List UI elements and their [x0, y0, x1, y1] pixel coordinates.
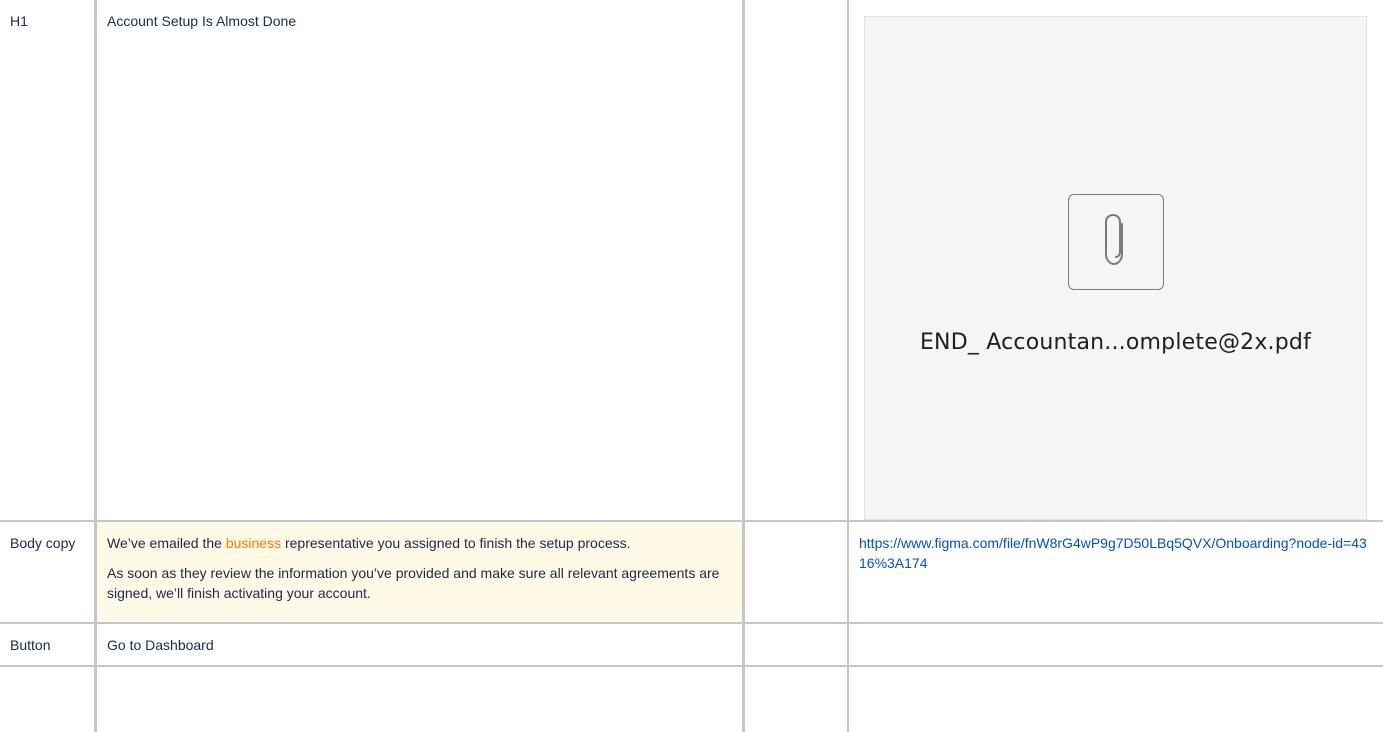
body-copy-content: We’ve emailed the business representativ… [97, 522, 745, 624]
empty-cell [745, 667, 849, 732]
empty-cell [745, 0, 849, 522]
pdf-attachment-preview[interactable]: END_ Accountan...omplete@2x.pdf [864, 16, 1367, 520]
body-copy-label: Body copy [10, 535, 76, 551]
body-text-after: representative you assigned to finish th… [281, 535, 631, 551]
body-text-before: We’ve emailed the [107, 535, 226, 551]
empty-cell [0, 667, 97, 732]
empty-cell [849, 624, 1383, 667]
attachment-filename: END_ Accountan...omplete@2x.pdf [919, 329, 1312, 355]
body-paragraph-1: We’ve emailed the business representativ… [107, 533, 732, 553]
row-label-h1: H1 [0, 0, 97, 522]
business-highlight: business [225, 535, 282, 551]
row-label-body-copy: Body copy [0, 522, 97, 624]
empty-cell [849, 667, 1383, 732]
paperclip-icon [1067, 193, 1164, 290]
row-label-button: Button [0, 624, 97, 667]
figma-link[interactable]: https://www.figma.com/file/fnW8rG4wP9g7D… [859, 535, 1367, 571]
h1-content: Account Setup Is Almost Done [97, 0, 745, 522]
empty-cell [745, 522, 849, 624]
empty-cell [97, 667, 745, 732]
empty-cell [745, 624, 849, 667]
figma-link-cell: https://www.figma.com/file/fnW8rG4wP9g7D… [849, 522, 1383, 624]
paperclip-icon-svg [1104, 213, 1123, 265]
body-paragraph-2: As soon as they review the information y… [107, 565, 720, 601]
button-content: Go to Dashboard [97, 624, 745, 667]
